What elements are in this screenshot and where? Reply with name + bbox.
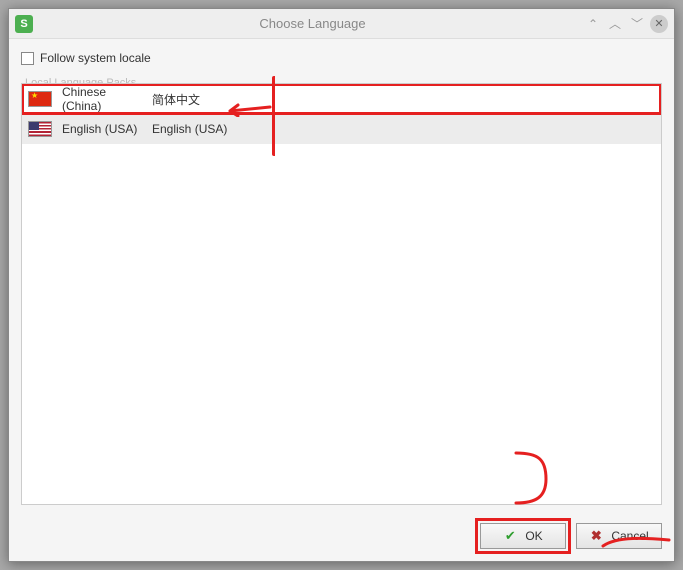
flag-cn-icon — [28, 91, 52, 107]
language-row-english[interactable]: English (USA) English (USA) — [22, 114, 661, 144]
cancel-button[interactable]: ✖ Cancel — [576, 523, 662, 549]
ok-label: OK — [525, 529, 542, 543]
follow-locale-label: Follow system locale — [40, 51, 151, 65]
titlebar: S Choose Language ⌃ ︿ ﹀ ✕ — [9, 9, 674, 39]
language-name: Chinese (China) — [62, 85, 142, 113]
window-title: Choose Language — [41, 16, 584, 31]
choose-language-dialog: S Choose Language ⌃ ︿ ﹀ ✕ Follow system … — [8, 8, 675, 562]
language-name: English (USA) — [62, 122, 142, 136]
cancel-label: Cancel — [611, 529, 648, 543]
chevron-up-icon[interactable]: ︿ — [606, 15, 624, 33]
flag-us-icon — [28, 121, 52, 137]
app-icon: S — [15, 15, 33, 33]
language-list: Chinese (China) 简体中文 English (USA) Engli… — [21, 83, 662, 505]
close-icon[interactable]: ✕ — [650, 15, 668, 33]
roll-up-icon[interactable]: ⌃ — [584, 15, 602, 33]
cancel-icon: ✖ — [589, 529, 603, 543]
window-controls: ⌃ ︿ ﹀ ✕ — [584, 15, 668, 33]
dialog-body: Follow system locale Local Language Pack… — [9, 39, 674, 513]
checkbox-icon[interactable] — [21, 52, 34, 65]
follow-locale-checkbox[interactable]: Follow system locale — [21, 51, 662, 65]
language-native: 简体中文 — [152, 91, 200, 108]
language-native: English (USA) — [152, 122, 227, 136]
language-row-chinese[interactable]: Chinese (China) 简体中文 — [22, 84, 661, 114]
dialog-buttons: ✔ OK ✖ Cancel — [9, 513, 674, 561]
ok-button[interactable]: ✔ OK — [480, 523, 566, 549]
check-icon: ✔ — [503, 529, 517, 543]
chevron-down-icon[interactable]: ﹀ — [628, 15, 646, 33]
